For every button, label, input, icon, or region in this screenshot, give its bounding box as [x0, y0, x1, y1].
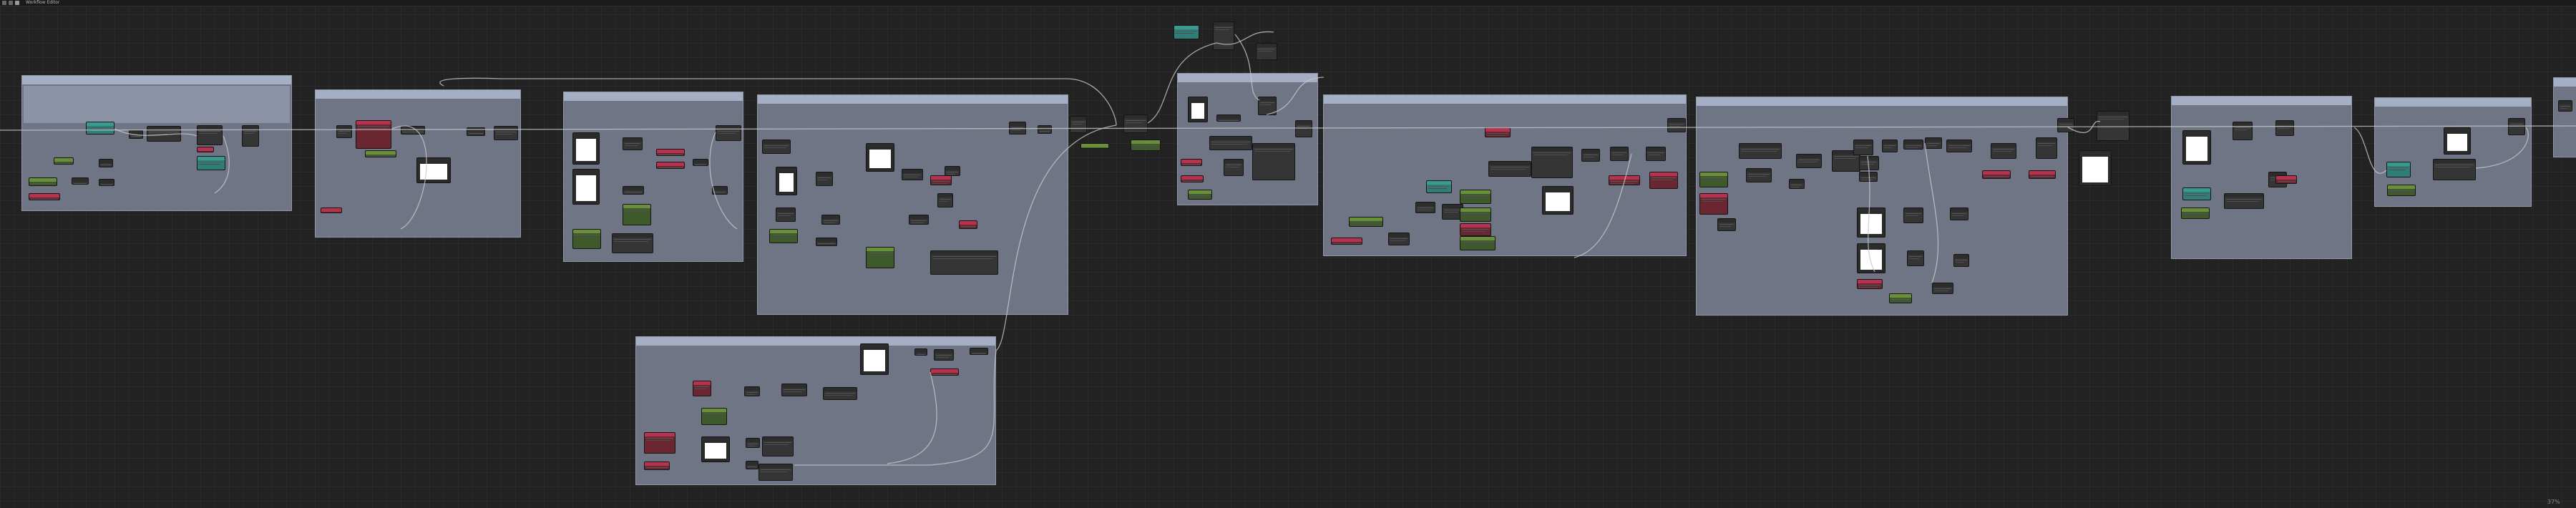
wire	[2475, 127, 2529, 169]
wire	[214, 135, 230, 194]
wire	[794, 350, 997, 466]
wire	[2353, 127, 2387, 174]
wire	[1266, 77, 1324, 115]
wire	[995, 124, 1117, 351]
wire	[1234, 34, 1260, 101]
wire	[0, 125, 2576, 131]
wire	[439, 77, 1117, 126]
connection-wires	[0, 31, 2576, 466]
wire	[1574, 153, 1632, 258]
wire	[709, 132, 738, 230]
wire	[391, 125, 427, 230]
wire	[1924, 142, 1939, 283]
wire	[1867, 155, 1875, 273]
wire	[1147, 42, 1217, 124]
zoom-level: 37%	[2547, 499, 2560, 505]
wire	[1216, 31, 1274, 45]
wire	[887, 371, 937, 464]
